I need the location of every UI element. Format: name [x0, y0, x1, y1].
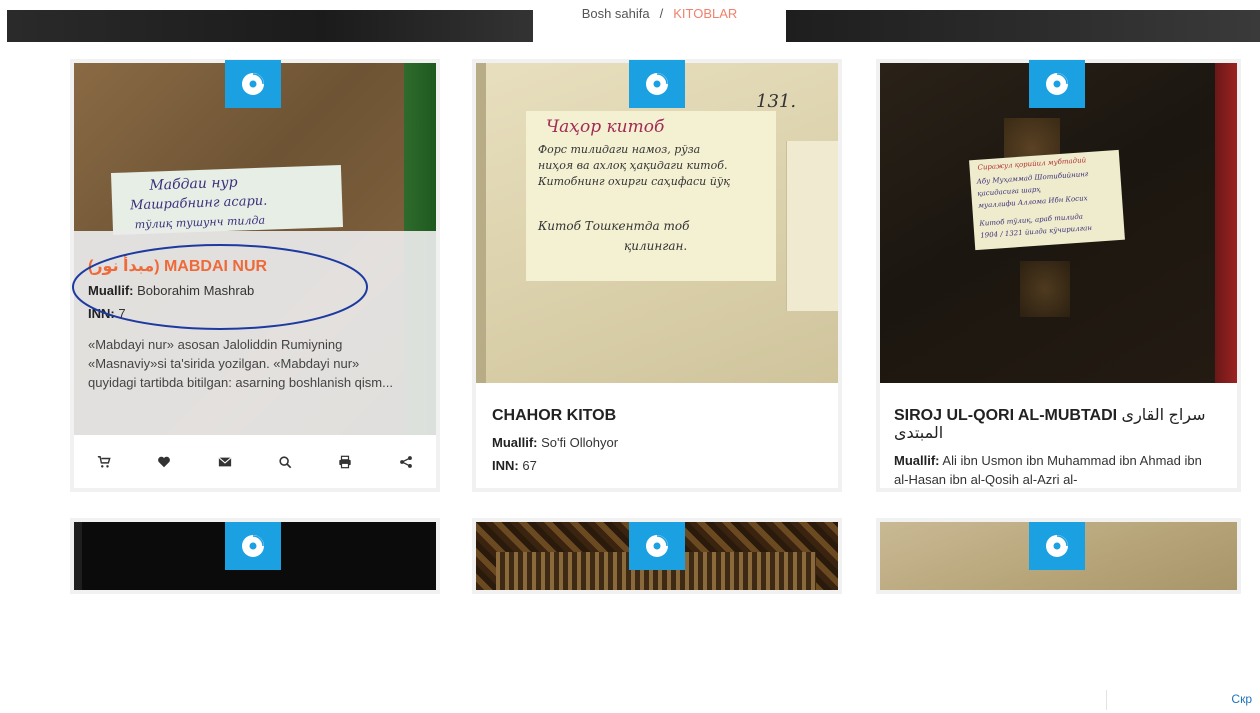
- photo-note-line: Китоб Тошкентда тоб: [538, 219, 690, 233]
- photo-note-line: Машрабнинг асари.: [129, 193, 268, 214]
- divider: [1106, 690, 1107, 710]
- photo-note-line: тўлиқ тушунч тилда: [134, 213, 266, 232]
- corner-link[interactable]: Скр: [1231, 692, 1252, 706]
- book-inn: INN: 67: [492, 458, 537, 473]
- inn-label: INN:: [492, 458, 519, 473]
- cd-icon: [225, 60, 281, 108]
- photo-note-line: Мабдаи нур: [149, 174, 238, 194]
- breadcrumb-separator: /: [659, 6, 664, 21]
- photo-note-line: Форс тилидаги намоз, рўза: [538, 143, 701, 156]
- cd-icon: [629, 522, 685, 570]
- book-cover-image[interactable]: 131. Чаҳор китоб Форс тилидаги намоз, рў…: [476, 63, 838, 383]
- photo-note-line: ниҳоя ва ахлоқ ҳақидаги китоб.: [538, 159, 728, 172]
- share-icon[interactable]: [396, 452, 416, 472]
- cd-icon: [225, 522, 281, 570]
- header-banner-right: [786, 10, 1260, 42]
- book-author: Muallif: Ali ibn Usmon ibn Muhammad ibn …: [894, 451, 1214, 489]
- book-title[interactable]: CHAHOR KITOB: [492, 407, 616, 425]
- photo-note-line: Китобнинг охирги саҳифаси йўқ: [538, 175, 730, 188]
- book-card-siroj-ul-qori[interactable]: Сиражул қорийил мубтадий Абу Муҳаммад Шо…: [880, 60, 1237, 489]
- book-info-overlay: (مبدأ نور) MABDAI NUR Muallif: Boborahim…: [72, 231, 436, 435]
- photo-note-line: Сиражул қорийил мубтадий: [977, 156, 1087, 172]
- book-card-chahor-kitob[interactable]: 131. Чаҳор китоб Форс тилидаги намоз, рў…: [476, 60, 838, 488]
- cd-icon: [1029, 522, 1085, 570]
- cd-icon: [1029, 60, 1085, 108]
- photo-note-line: Чаҳор китоб: [546, 117, 665, 137]
- inn-value: 67: [522, 458, 537, 473]
- breadcrumb: Bosh sahifa / KITOBLAR: [533, 0, 786, 42]
- book-author: Muallif: So'fi Ollohyor: [492, 435, 618, 450]
- author-value: So'fi Ollohyor: [541, 435, 619, 450]
- breadcrumb-current: KITOBLAR: [673, 6, 738, 21]
- book-card-mabdai-nur[interactable]: Мабдаи нур Машрабнинг асари. тўлиқ тушун…: [72, 60, 436, 488]
- cart-icon[interactable]: [94, 452, 114, 472]
- book-title[interactable]: SIROJ UL-QORI AL-MUBTADI سراج القاری الم…: [894, 407, 1214, 443]
- header-banner-left: [7, 10, 533, 42]
- photo-note-line: қасидасига шарҳ: [977, 185, 1042, 198]
- highlight-ellipse: [72, 244, 368, 330]
- search-icon[interactable]: [275, 452, 295, 472]
- cd-icon: [629, 60, 685, 108]
- book-card[interactable]: [74, 522, 436, 590]
- author-value: Ali ibn Usmon ibn Muhammad ibn Ahmad ibn…: [894, 453, 1202, 487]
- author-label: Muallif:: [492, 435, 538, 450]
- print-icon[interactable]: [335, 452, 355, 472]
- photo-page-number: 131.: [756, 91, 797, 112]
- book-description: «Mabdayi nur» asosan Jaloliddin Rumiynin…: [88, 337, 393, 390]
- photo-note-line: Абу Муҳаммад Шотибийнинг: [976, 170, 1089, 186]
- author-label: Muallif:: [894, 453, 940, 468]
- book-card[interactable]: [880, 522, 1237, 590]
- book-title-latin: SIROJ UL-QORI AL-MUBTADI: [894, 407, 1118, 424]
- heart-icon[interactable]: [154, 452, 174, 472]
- card-action-bar: [74, 435, 436, 488]
- breadcrumb-home-link[interactable]: Bosh sahifa: [582, 6, 650, 21]
- envelope-icon[interactable]: [215, 452, 235, 472]
- photo-note-line: қилинган.: [624, 239, 688, 253]
- book-cover-image[interactable]: Сиражул қорийил мубтадий Абу Муҳаммад Шо…: [880, 63, 1237, 383]
- book-card[interactable]: [476, 522, 838, 590]
